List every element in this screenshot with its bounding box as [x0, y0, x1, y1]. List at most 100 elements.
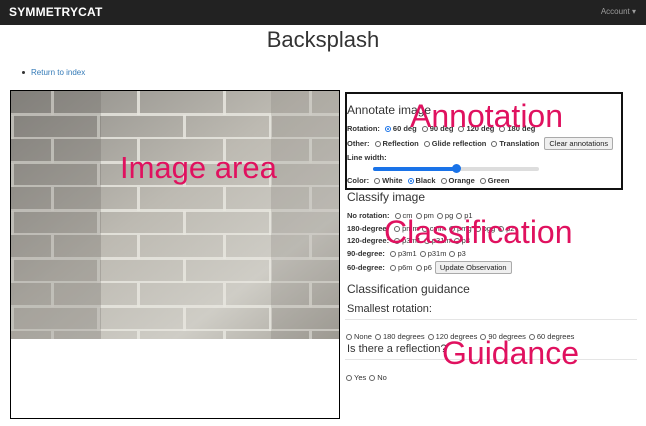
no-radio[interactable]: [369, 374, 376, 381]
reflection-question: Is there a reflection?: [347, 343, 447, 355]
p6-label: p6: [423, 263, 432, 272]
account-menu[interactable]: Account ▾: [601, 7, 636, 16]
pg-radio[interactable]: [436, 212, 443, 219]
none-radio[interactable]: [346, 333, 352, 340]
pgg-radio[interactable]: [474, 225, 481, 232]
p1-radio[interactable]: [456, 212, 463, 219]
classify-row-label: No rotation:: [347, 211, 390, 220]
classify-row-label: 120-degree:: [347, 236, 390, 245]
pmg-radio[interactable]: [449, 225, 456, 232]
p31m-label: p31m: [431, 236, 451, 245]
line-width-slider[interactable]: [373, 164, 539, 173]
color-green-label: Green: [487, 176, 510, 185]
rotation-label: Rotation:: [347, 124, 380, 133]
p31m-radio[interactable]: [423, 237, 430, 244]
color-white-radio[interactable]: [374, 177, 381, 184]
p3m1-radio[interactable]: [394, 237, 401, 244]
rotation-120-radio[interactable]: [458, 125, 465, 132]
p3m1-radio-90[interactable]: [389, 250, 396, 257]
return-to-index-link[interactable]: Return to index: [31, 68, 85, 77]
rotation-180-radio[interactable]: [499, 125, 506, 132]
60-degrees-label: 60 degrees: [536, 332, 575, 341]
classify-row-label: 60-degree:: [347, 263, 385, 272]
color-row: Color: White Black Orange Green: [347, 176, 511, 185]
p3m1-label: p3m1: [402, 236, 421, 245]
image-area[interactable]: [10, 90, 340, 419]
rotation-180-label: 180 deg: [507, 124, 536, 133]
p6m-radio[interactable]: [389, 264, 396, 271]
pg-label: pg: [444, 211, 454, 220]
classify-row-no-rotation: No rotation: cm pm pg p1: [347, 211, 473, 220]
glide-reflection-radio[interactable]: [423, 140, 430, 147]
divider: [345, 319, 637, 320]
180-degrees-label: 180 degrees: [382, 332, 425, 341]
p2-radio[interactable]: [498, 225, 505, 232]
180-degrees-radio[interactable]: [374, 333, 381, 340]
cmm-radio[interactable]: [421, 225, 428, 232]
yes-label: Yes: [354, 373, 367, 382]
line-width-label: Line width:: [347, 153, 387, 162]
brand-logo[interactable]: SYMMETRYCAT: [9, 5, 103, 19]
p31m-label: p31m: [427, 249, 447, 258]
cm-radio[interactable]: [394, 212, 401, 219]
rotation-60-radio[interactable]: [384, 125, 391, 132]
rotation-row: Rotation: 60 deg 90 deg 120 deg 180 deg: [347, 124, 537, 133]
line-width-slider-fill: [373, 167, 456, 171]
pmm-label: pmm: [402, 224, 419, 233]
clear-annotations-button[interactable]: Clear annotations: [544, 137, 614, 150]
color-orange-radio[interactable]: [440, 177, 447, 184]
glide-reflection-label: Glide reflection: [431, 139, 487, 148]
smallest-rotation-options: None 180 degrees 120 degrees 90 degrees …: [346, 332, 574, 341]
color-orange-label: Orange: [448, 176, 475, 185]
update-observation-button[interactable]: Update Observation: [434, 261, 512, 274]
reflection-label: Reflection: [382, 139, 419, 148]
color-green-radio[interactable]: [479, 177, 486, 184]
90-degrees-radio[interactable]: [480, 333, 487, 340]
color-white-label: White: [382, 176, 403, 185]
pmm-radio[interactable]: [394, 225, 401, 232]
other-label: Other:: [347, 139, 370, 148]
line-width-slider-thumb[interactable]: [451, 164, 461, 173]
p3-radio-90[interactable]: [449, 250, 456, 257]
p3-label: p3: [461, 236, 470, 245]
classify-title: Classify image: [347, 190, 426, 204]
navbar: SYMMETRYCAT Account ▾: [0, 0, 646, 25]
color-label: Color:: [347, 176, 370, 185]
yes-radio[interactable]: [346, 374, 352, 381]
rotation-90-label: 90 deg: [429, 124, 454, 133]
translation-radio[interactable]: [491, 140, 498, 147]
reflection-radio[interactable]: [374, 140, 381, 147]
divider: [345, 359, 637, 360]
p3-label: p3: [457, 249, 466, 258]
120-degrees-label: 120 degrees: [435, 332, 478, 341]
cm-label: cm: [402, 211, 413, 220]
none-label: None: [354, 332, 372, 341]
line-width-row: Line width:: [347, 153, 389, 162]
pgg-label: pgg: [482, 224, 496, 233]
p31m-radio-90[interactable]: [419, 250, 426, 257]
brick-wall-image[interactable]: [11, 91, 339, 339]
page-title: Backsplash: [266, 27, 380, 52]
classify-row-90: 90-degree: p3m1 p31m p3: [347, 249, 466, 258]
annotate-title: Annotate image: [347, 103, 432, 117]
rotation-90-radio[interactable]: [421, 125, 428, 132]
translation-label: Translation: [499, 139, 540, 148]
classify-row-label: 90-degree:: [347, 249, 385, 258]
no-label: No: [377, 373, 387, 382]
other-row: Other: Reflection Glide reflection Trans…: [347, 137, 614, 150]
back-link-item: Return to index: [22, 68, 85, 77]
classify-row-180: 180-degree: pmm cmm pmg pgg p2: [347, 224, 514, 233]
rotation-60-label: 60 deg: [392, 124, 417, 133]
color-black-radio[interactable]: [407, 177, 414, 184]
pm-radio[interactable]: [415, 212, 422, 219]
color-black-label: Black: [415, 176, 436, 185]
pmg-label: pmg: [457, 224, 472, 233]
p6-radio[interactable]: [415, 264, 422, 271]
rotation-120-label: 120 deg: [466, 124, 495, 133]
classify-row-label: 180-degree:: [347, 224, 390, 233]
60-degrees-radio[interactable]: [528, 333, 535, 340]
120-degrees-radio[interactable]: [427, 333, 434, 340]
p3-radio[interactable]: [453, 237, 460, 244]
bullet-icon: [22, 71, 25, 75]
cmm-label: cmm: [429, 224, 447, 233]
